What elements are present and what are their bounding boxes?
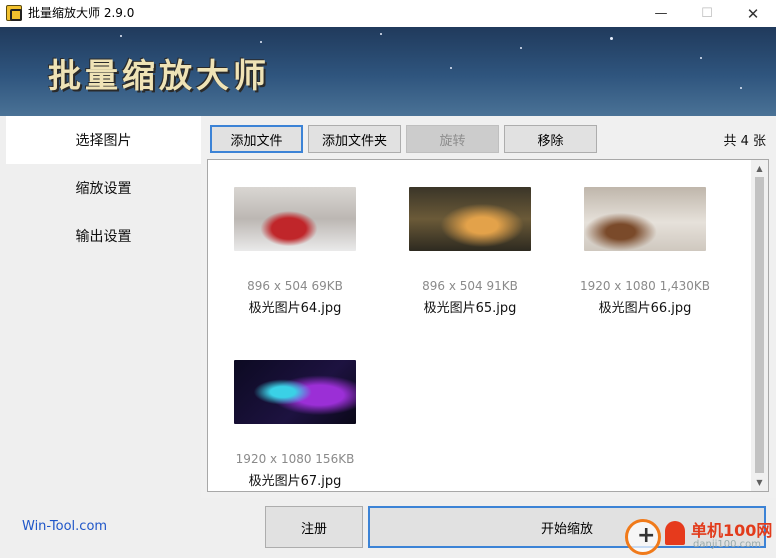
image-item[interactable]: 1920 x 1080 1,430KB 极光图片66.jpg <box>565 187 725 316</box>
app-icon <box>6 5 22 21</box>
scroll-down-icon[interactable]: ▼ <box>751 474 768 491</box>
image-thumbnail <box>584 187 706 251</box>
image-meta: 896 x 504 91KB <box>422 279 518 293</box>
add-folder-button[interactable]: 添加文件夹 <box>308 125 401 153</box>
header-banner: 批量缩放大师 <box>0 27 776 116</box>
star-decoration <box>700 57 702 59</box>
image-thumbnail <box>234 187 356 251</box>
main-panel: 添加文件 添加文件夹 旋转 移除 共 4 张 896 x 504 69KB 极光… <box>201 116 776 498</box>
image-item[interactable]: 896 x 504 91KB 极光图片65.jpg <box>390 187 550 316</box>
remove-button[interactable]: 移除 <box>504 125 597 153</box>
sidebar-item-resize-settings[interactable]: 缩放设置 <box>6 164 201 212</box>
image-thumbnail <box>234 360 356 424</box>
add-file-button[interactable]: 添加文件 <box>210 125 303 153</box>
image-meta: 896 x 504 69KB <box>247 279 343 293</box>
rotate-button[interactable]: 旋转 <box>406 125 499 153</box>
star-decoration <box>260 41 262 43</box>
start-resize-button[interactable]: 开始缩放 <box>368 506 766 548</box>
image-name: 极光图片67.jpg <box>248 474 342 489</box>
banner-title: 批量缩放大师 <box>48 56 270 95</box>
image-meta: 1920 x 1080 1,430KB <box>579 279 711 293</box>
vertical-scrollbar[interactable]: ▲ ▼ <box>751 160 768 491</box>
image-name: 极光图片66.jpg <box>598 301 692 316</box>
image-list[interactable]: 896 x 504 69KB 极光图片64.jpg 896 x 504 91KB… <box>207 159 769 492</box>
close-button[interactable]: ✕ <box>730 0 776 27</box>
image-meta: 1920 x 1080 156KB <box>235 452 355 466</box>
maximize-button[interactable]: ☐ <box>684 0 730 27</box>
sidebar: 选择图片 缩放设置 输出设置 <box>0 116 201 498</box>
sidebar-item-select-images[interactable]: 选择图片 <box>6 116 201 164</box>
title-bar: 批量缩放大师 2.9.0 — ☐ ✕ <box>0 0 776 27</box>
image-count: 共 4 张 <box>723 134 766 149</box>
bottom-bar: Win-Tool.com 注册 开始缩放 <box>0 498 776 558</box>
star-decoration <box>120 35 122 37</box>
image-name: 极光图片64.jpg <box>248 301 342 316</box>
image-thumbnail <box>409 187 531 251</box>
star-decoration <box>610 37 613 40</box>
star-decoration <box>450 67 452 69</box>
star-decoration <box>520 47 522 49</box>
scroll-up-icon[interactable]: ▲ <box>751 160 768 177</box>
star-decoration <box>380 33 382 35</box>
register-button[interactable]: 注册 <box>265 506 363 548</box>
window-title: 批量缩放大师 2.9.0 <box>28 6 135 20</box>
scroll-thumb[interactable] <box>755 177 764 473</box>
image-item[interactable]: 1920 x 1080 156KB 极光图片67.jpg <box>215 360 375 489</box>
sidebar-item-output-settings[interactable]: 输出设置 <box>6 212 201 260</box>
star-decoration <box>740 87 742 89</box>
image-name: 极光图片65.jpg <box>423 301 517 316</box>
website-link[interactable]: Win-Tool.com <box>22 519 107 534</box>
minimize-button[interactable]: — <box>638 0 684 27</box>
image-item[interactable]: 896 x 504 69KB 极光图片64.jpg <box>215 187 375 316</box>
